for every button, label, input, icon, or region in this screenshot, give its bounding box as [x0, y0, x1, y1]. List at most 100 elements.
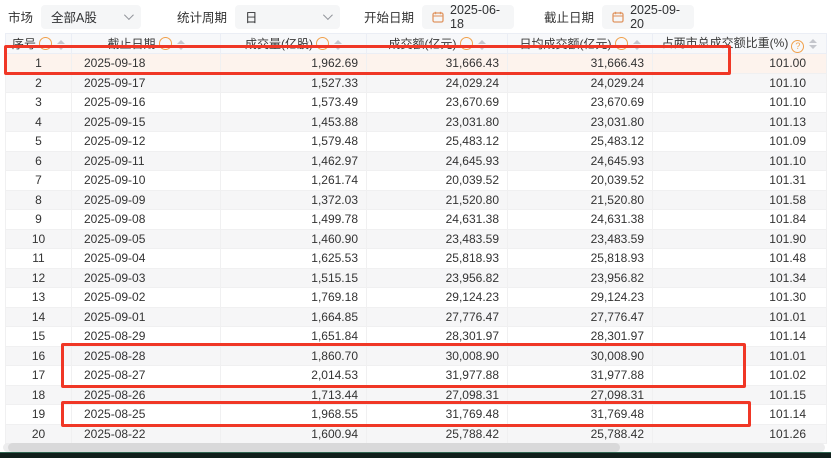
table-row[interactable]: 4 2025-09-15 1,453.88 23,031.80 23,031.8… — [6, 112, 827, 132]
table-row[interactable]: 5 2025-09-12 1,579.48 25,483.12 25,483.1… — [6, 132, 827, 152]
cell-end-date: 2025-09-15 — [72, 112, 221, 132]
cell-volume: 1,600.94 — [221, 424, 367, 444]
table-row[interactable]: 7 2025-09-10 1,261.74 20,039.52 20,039.5… — [6, 171, 827, 191]
sort-icon[interactable] — [334, 40, 342, 50]
column-header[interactable]: 成交量(亿股) — [221, 34, 367, 54]
cell-turnover: 23,483.59 — [367, 229, 508, 249]
help-icon[interactable] — [39, 37, 52, 50]
cell-end-date: 2025-08-26 — [72, 385, 221, 405]
table-row[interactable]: 15 2025-08-29 1,651.84 28,301.97 28,301.… — [6, 327, 827, 347]
cell-index: 7 — [6, 171, 72, 191]
cell-market-share: 101.09 — [653, 132, 827, 152]
statistics-table: 序号截止日期成交量(亿股)成交额(亿元)日均成交额(亿元)占两市总成交额比重(%… — [5, 33, 826, 444]
cell-daily-turnover: 23,670.69 — [508, 93, 653, 113]
cell-turnover: 27,098.31 — [367, 385, 508, 405]
sort-icon[interactable] — [177, 40, 185, 50]
cell-volume: 1,515.15 — [221, 268, 367, 288]
start-date-input[interactable]: 2025-06-18 — [422, 5, 514, 29]
table-row[interactable]: 3 2025-09-16 1,573.49 23,670.69 23,670.6… — [6, 93, 827, 113]
help-icon[interactable] — [460, 37, 473, 50]
cell-turnover: 24,029.24 — [367, 73, 508, 93]
cell-turnover: 20,039.52 — [367, 171, 508, 191]
table-row[interactable]: 2 2025-09-17 1,527.33 24,029.24 24,029.2… — [6, 73, 827, 93]
table-row[interactable]: 6 2025-09-11 1,462.97 24,645.93 24,645.9… — [6, 151, 827, 171]
table-row[interactable]: 1 2025-09-18 1,962.69 31,666.43 31,666.4… — [6, 54, 827, 74]
end-date-input[interactable]: 2025-09-20 — [602, 5, 694, 29]
cell-daily-turnover: 24,645.93 — [508, 151, 653, 171]
table-row[interactable]: 19 2025-08-25 1,968.55 31,769.48 31,769.… — [6, 405, 827, 425]
cell-end-date: 2025-09-08 — [72, 210, 221, 230]
table-row[interactable]: 17 2025-08-27 2,014.53 31,977.88 31,977.… — [6, 366, 827, 386]
sort-icon[interactable] — [57, 40, 65, 50]
cell-index: 8 — [6, 190, 72, 210]
filter-bar: 市场 全部A股 统计周期 日 开始日期 2025-06-18 截止日期 — [0, 0, 831, 33]
cell-volume: 1,462.97 — [221, 151, 367, 171]
help-icon[interactable] — [615, 37, 628, 50]
table-row[interactable]: 18 2025-08-26 1,713.44 27,098.31 27,098.… — [6, 385, 827, 405]
cell-daily-turnover: 23,483.59 — [508, 229, 653, 249]
cell-market-share: 101.48 — [653, 249, 827, 269]
start-date-value: 2025-06-18 — [450, 3, 504, 31]
calendar-icon — [612, 11, 624, 23]
cell-end-date: 2025-08-27 — [72, 366, 221, 386]
table-row[interactable]: 9 2025-09-08 1,499.78 24,631.38 24,631.3… — [6, 210, 827, 230]
cell-daily-turnover: 24,631.38 — [508, 210, 653, 230]
table-row[interactable]: 14 2025-09-01 1,664.85 27,776.47 27,776.… — [6, 307, 827, 327]
cell-index: 13 — [6, 288, 72, 308]
cell-market-share: 101.26 — [653, 424, 827, 444]
cell-volume: 2,014.53 — [221, 366, 367, 386]
help-icon[interactable] — [316, 37, 329, 50]
cell-end-date: 2025-09-02 — [72, 288, 221, 308]
cell-turnover: 25,818.93 — [367, 249, 508, 269]
help-icon[interactable] — [159, 37, 172, 50]
table-row[interactable]: 12 2025-09-03 1,515.15 23,956.82 23,956.… — [6, 268, 827, 288]
cell-turnover: 28,301.97 — [367, 327, 508, 347]
cell-market-share: 101.00 — [653, 54, 827, 74]
cell-volume: 1,261.74 — [221, 171, 367, 191]
cell-volume: 1,579.48 — [221, 132, 367, 152]
sort-icon[interactable] — [809, 39, 817, 49]
table-row[interactable]: 11 2025-09-04 1,625.53 25,818.93 25,818.… — [6, 249, 827, 269]
column-header[interactable]: 日均成交额(亿元) — [508, 34, 653, 54]
cell-volume: 1,460.90 — [221, 229, 367, 249]
cell-index: 18 — [6, 385, 72, 405]
cell-index: 4 — [6, 112, 72, 132]
column-header[interactable]: 截止日期 — [72, 34, 221, 54]
cell-volume: 1,527.33 — [221, 73, 367, 93]
cell-end-date: 2025-08-25 — [72, 405, 221, 425]
cell-volume: 1,860.70 — [221, 346, 367, 366]
cell-index: 16 — [6, 346, 72, 366]
horizontal-scrollbar-track[interactable] — [3, 443, 825, 452]
market-select[interactable]: 全部A股 — [41, 5, 141, 29]
cell-end-date: 2025-09-09 — [72, 190, 221, 210]
cell-end-date: 2025-09-16 — [72, 93, 221, 113]
cell-market-share: 101.02 — [653, 366, 827, 386]
column-header[interactable]: 占两市总成交额比重(%)? — [653, 34, 827, 54]
sort-icon[interactable] — [633, 40, 641, 50]
chevron-down-icon — [323, 10, 333, 20]
cell-turnover: 23,670.69 — [367, 93, 508, 113]
cell-daily-turnover: 20,039.52 — [508, 171, 653, 191]
market-statistics-page: 市场 全部A股 统计周期 日 开始日期 2025-06-18 截止日期 — [0, 0, 831, 458]
column-header[interactable]: 成交额(亿元) — [367, 34, 508, 54]
help-icon[interactable]: ? — [791, 40, 804, 53]
cell-index: 1 — [6, 54, 72, 74]
column-header[interactable]: 序号 — [6, 34, 72, 54]
table-row[interactable]: 16 2025-08-28 1,860.70 30,008.90 30,008.… — [6, 346, 827, 366]
sort-icon[interactable] — [478, 40, 486, 50]
cell-index: 6 — [6, 151, 72, 171]
table-row[interactable]: 8 2025-09-09 1,372.03 21,520.80 21,520.8… — [6, 190, 827, 210]
cell-daily-turnover: 28,301.97 — [508, 327, 653, 347]
cell-volume: 1,962.69 — [221, 54, 367, 74]
period-select[interactable]: 日 — [235, 5, 340, 29]
table-row[interactable]: 13 2025-09-02 1,769.18 29,124.23 29,124.… — [6, 288, 827, 308]
table-row[interactable]: 20 2025-08-22 1,600.94 25,788.42 25,788.… — [6, 424, 827, 444]
end-date-value: 2025-09-20 — [630, 3, 684, 31]
cell-turnover: 31,769.48 — [367, 405, 508, 425]
cell-daily-turnover: 29,124.23 — [508, 288, 653, 308]
table-row[interactable]: 10 2025-09-05 1,460.90 23,483.59 23,483.… — [6, 229, 827, 249]
table-header-row: 序号截止日期成交量(亿股)成交额(亿元)日均成交额(亿元)占两市总成交额比重(%… — [6, 34, 827, 54]
horizontal-scrollbar-thumb[interactable] — [8, 443, 620, 452]
cell-volume: 1,499.78 — [221, 210, 367, 230]
cell-end-date: 2025-08-29 — [72, 327, 221, 347]
